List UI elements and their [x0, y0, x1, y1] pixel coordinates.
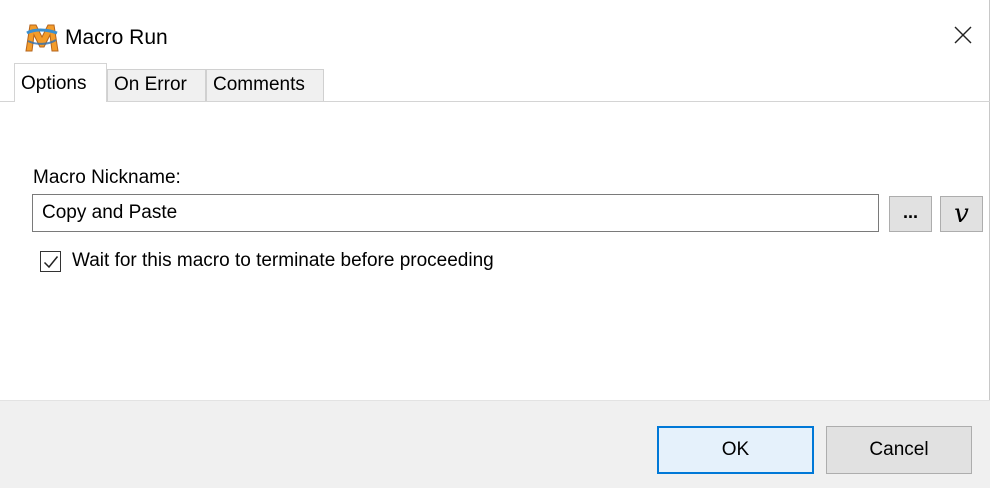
close-button[interactable] — [936, 12, 990, 58]
tab-divider — [0, 101, 990, 102]
macro-scheduler-icon — [24, 21, 60, 53]
checkmark-icon — [43, 256, 59, 269]
variable-button[interactable]: v — [940, 196, 983, 232]
wait-checkbox-label[interactable]: Wait for this macro to terminate before … — [72, 250, 494, 272]
tab-options[interactable]: Options — [14, 63, 107, 102]
tab-comments[interactable]: Comments — [206, 69, 324, 101]
ok-button[interactable]: OK — [657, 426, 814, 474]
wait-checkbox[interactable] — [40, 251, 61, 272]
browse-button[interactable]: ... — [889, 196, 932, 232]
macro-nickname-input[interactable] — [32, 194, 879, 232]
macro-run-dialog: Macro Run Options On Error Comments Macr… — [0, 0, 990, 488]
macro-nickname-label: Macro Nickname: — [33, 167, 181, 188]
tab-on-error[interactable]: On Error — [107, 69, 206, 101]
title-bar: Macro Run — [0, 0, 989, 62]
window-title: Macro Run — [65, 26, 168, 49]
cancel-button[interactable]: Cancel — [826, 426, 972, 474]
close-icon — [954, 26, 972, 44]
